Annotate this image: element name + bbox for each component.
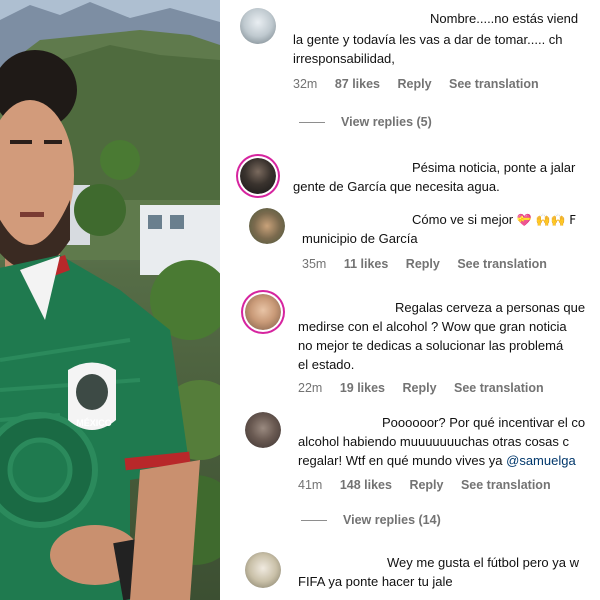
reply-button[interactable]: Reply: [402, 381, 436, 395]
comment-time: 22m: [298, 381, 323, 395]
see-translation-button[interactable]: See translation: [454, 381, 544, 395]
comment-text: medirse con el alcohol ? Wow que gran no…: [298, 319, 567, 334]
replies-line: [299, 122, 325, 124]
comment-time: 32m: [293, 77, 318, 91]
comment-text: irresponsabilidad,: [293, 51, 395, 66]
comments-panel[interactable]: Nombre.....no estás viend la gente y tod…: [232, 0, 600, 600]
avatar[interactable]: [245, 552, 281, 588]
panel-divider: [220, 0, 232, 600]
view-replies-label: View replies (14): [343, 513, 441, 527]
comment-text: regalar! Wtf en qué mundo vives ya @samu…: [298, 451, 576, 470]
likes-count[interactable]: 19 likes: [340, 381, 385, 395]
comment-meta: 32m 87 likes Reply See translation: [293, 77, 553, 91]
avatar[interactable]: [240, 8, 276, 44]
comment-time: 41m: [298, 478, 323, 492]
comment-text: Wey me gusta el fútbol pero ya w: [387, 555, 579, 570]
comment-text: Cómo ve si mejor 💝 🙌🙌 F: [412, 210, 576, 230]
comment-time: 35m: [302, 257, 327, 271]
jersey-text: MÉXICO: [76, 418, 112, 428]
comment-text: el estado.: [298, 357, 355, 372]
comment-text: Nombre.....no estás viend: [430, 11, 579, 26]
comment-text-part: regalar! Wtf en qué mundo vives ya: [298, 453, 503, 468]
comment-text: alcohol habiendo muuuuuuuchas otras cosa…: [298, 434, 570, 449]
reply-button[interactable]: Reply: [409, 478, 443, 492]
comment-text-part: Cómo ve si mejor: [412, 212, 514, 227]
reply-button[interactable]: Reply: [397, 77, 431, 91]
reply-button[interactable]: Reply: [406, 257, 440, 271]
likes-count[interactable]: 148 likes: [340, 478, 392, 492]
comment-text: Pésima noticia, ponte a jalar: [412, 160, 576, 175]
video-scene: [0, 0, 220, 600]
replies-line: [301, 520, 327, 522]
comment-text: no mejor te dedicas a solucionar las pro…: [298, 338, 564, 353]
comment-text: municipio de García: [302, 231, 418, 246]
video-frame[interactable]: MÉXICO: [0, 0, 220, 600]
comment-text: Poooooor? Por qué incentivar el co: [382, 415, 586, 430]
see-translation-button[interactable]: See translation: [461, 478, 551, 492]
comment-text: gente de García que necesita agua.: [293, 179, 500, 194]
avatar[interactable]: [240, 158, 276, 194]
see-translation-button[interactable]: See translation: [457, 257, 547, 271]
user-mention-link[interactable]: @samuelga: [506, 453, 576, 468]
comment-text: Regalas cerveza a personas que: [395, 300, 586, 315]
comment-meta: 41m 148 likes Reply See translation: [298, 478, 565, 492]
comment-meta: 35m 11 likes Reply See translation: [302, 257, 561, 271]
comment-meta: 22m 19 likes Reply See translation: [298, 381, 558, 395]
view-replies-button[interactable]: View replies (5): [299, 115, 432, 129]
comment-text: la gente y todavía les vas a dar de toma…: [293, 32, 563, 47]
likes-count[interactable]: 11 likes: [344, 257, 389, 271]
likes-count[interactable]: 87 likes: [335, 77, 380, 91]
emoji-text: 💝 🙌🙌 F: [516, 213, 577, 227]
avatar[interactable]: [249, 208, 285, 244]
view-replies-button[interactable]: View replies (14): [301, 513, 441, 527]
comment-text: FIFA ya ponte hacer tu jale: [298, 574, 453, 589]
view-replies-label: View replies (5): [341, 115, 432, 129]
avatar[interactable]: [245, 412, 281, 448]
avatar[interactable]: [245, 294, 281, 330]
see-translation-button[interactable]: See translation: [449, 77, 539, 91]
